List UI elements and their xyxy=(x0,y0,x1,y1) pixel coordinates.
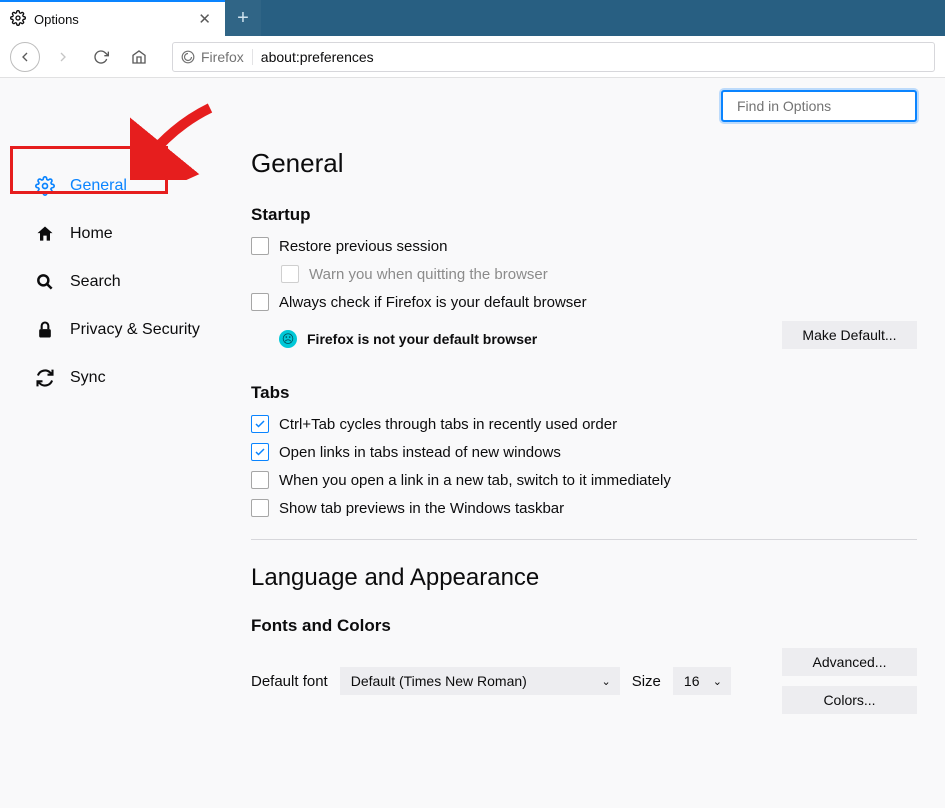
back-button[interactable] xyxy=(10,42,40,72)
checkbox[interactable] xyxy=(251,471,269,489)
sidebar-item-general[interactable]: General xyxy=(26,166,227,206)
option-label: Open links in tabs instead of new window… xyxy=(279,444,561,461)
checkbox[interactable] xyxy=(251,443,269,461)
identity-box: Firefox xyxy=(181,49,253,65)
option-label: When you open a link in a new tab, switc… xyxy=(279,472,671,489)
select-value: 16 xyxy=(684,673,700,689)
language-appearance-heading: Language and Appearance xyxy=(251,564,917,592)
sidebar-item-home[interactable]: Home xyxy=(26,214,227,254)
font-size-label: Size xyxy=(632,673,661,690)
page-title: General xyxy=(251,148,917,179)
make-default-button[interactable]: Make Default... xyxy=(782,321,917,349)
identity-label: Firefox xyxy=(201,49,244,65)
forward-button[interactable] xyxy=(48,42,78,72)
font-size-select[interactable]: 16 ⌄ xyxy=(673,667,731,695)
restore-session-option[interactable]: Restore previous session xyxy=(251,237,917,255)
default-font-row: Default font Default (Times New Roman) ⌄… xyxy=(251,648,917,714)
close-tab-button[interactable]: ✕ xyxy=(194,10,215,28)
select-value: Default (Times New Roman) xyxy=(351,673,527,689)
option-label: Restore previous session xyxy=(279,238,447,255)
reload-button[interactable] xyxy=(86,42,116,72)
sidebar-item-search[interactable]: Search xyxy=(26,262,227,302)
search-icon xyxy=(34,271,56,293)
advanced-fonts-button[interactable]: Advanced... xyxy=(782,648,917,676)
preferences-page: General Home Search Privacy & Security S… xyxy=(0,78,945,808)
option-label: Warn you when quitting the browser xyxy=(309,266,548,283)
sad-face-icon: ☹ xyxy=(279,330,297,348)
search-options-input[interactable] xyxy=(737,98,918,114)
firefox-icon xyxy=(181,50,195,64)
gear-icon xyxy=(10,10,26,29)
gear-icon xyxy=(34,175,56,197)
sidebar-item-label: Sync xyxy=(70,369,106,387)
switch-to-new-tab-option[interactable]: When you open a link in a new tab, switc… xyxy=(251,471,917,489)
home-icon xyxy=(34,223,56,245)
search-options-box[interactable] xyxy=(721,90,917,122)
warn-quit-option: Warn you when quitting the browser xyxy=(281,265,917,283)
default-font-select[interactable]: Default (Times New Roman) ⌄ xyxy=(340,667,620,695)
nav-toolbar: Firefox about:preferences xyxy=(0,36,945,78)
fonts-colors-heading: Fonts and Colors xyxy=(251,616,917,636)
checkbox[interactable] xyxy=(251,415,269,433)
chevron-down-icon: ⌄ xyxy=(602,675,611,688)
always-check-default-option[interactable]: Always check if Firefox is your default … xyxy=(251,293,917,311)
sidebar-item-sync[interactable]: Sync xyxy=(26,358,227,398)
sidebar-item-label: Home xyxy=(70,225,113,243)
default-browser-status: Firefox is not your default browser xyxy=(307,331,537,347)
separator xyxy=(251,539,917,540)
open-links-tabs-option[interactable]: Open links in tabs instead of new window… xyxy=(251,443,917,461)
checkbox[interactable] xyxy=(251,293,269,311)
url-bar[interactable]: Firefox about:preferences xyxy=(172,42,935,72)
option-label: Show tab previews in the Windows taskbar xyxy=(279,500,564,517)
checkbox[interactable] xyxy=(251,237,269,255)
default-font-label: Default font xyxy=(251,673,328,690)
sidebar-item-label: Search xyxy=(70,273,121,291)
startup-heading: Startup xyxy=(251,205,917,225)
taskbar-previews-option[interactable]: Show tab previews in the Windows taskbar xyxy=(251,499,917,517)
lock-icon xyxy=(34,319,56,341)
browser-tab-options[interactable]: Options ✕ xyxy=(0,0,225,36)
sidebar-item-label: General xyxy=(70,177,127,195)
tabs-heading: Tabs xyxy=(251,383,917,403)
content-area: General Startup Restore previous session… xyxy=(245,78,945,808)
sidebar-item-label: Privacy & Security xyxy=(70,321,200,339)
checkbox xyxy=(281,265,299,283)
option-label: Ctrl+Tab cycles through tabs in recently… xyxy=(279,416,617,433)
new-tab-button[interactable]: + xyxy=(225,0,261,36)
sidebar-item-privacy[interactable]: Privacy & Security xyxy=(26,310,227,350)
tab-title: Options xyxy=(34,12,186,27)
option-label: Always check if Firefox is your default … xyxy=(279,294,587,311)
categories-sidebar: General Home Search Privacy & Security S… xyxy=(0,78,245,808)
checkbox[interactable] xyxy=(251,499,269,517)
ctrl-tab-option[interactable]: Ctrl+Tab cycles through tabs in recently… xyxy=(251,415,917,433)
home-button[interactable] xyxy=(124,42,154,72)
url-text: about:preferences xyxy=(261,49,374,65)
tab-strip: Options ✕ + xyxy=(0,0,945,36)
colors-button[interactable]: Colors... xyxy=(782,686,917,714)
chevron-down-icon: ⌄ xyxy=(713,675,722,688)
sync-icon xyxy=(34,367,56,389)
